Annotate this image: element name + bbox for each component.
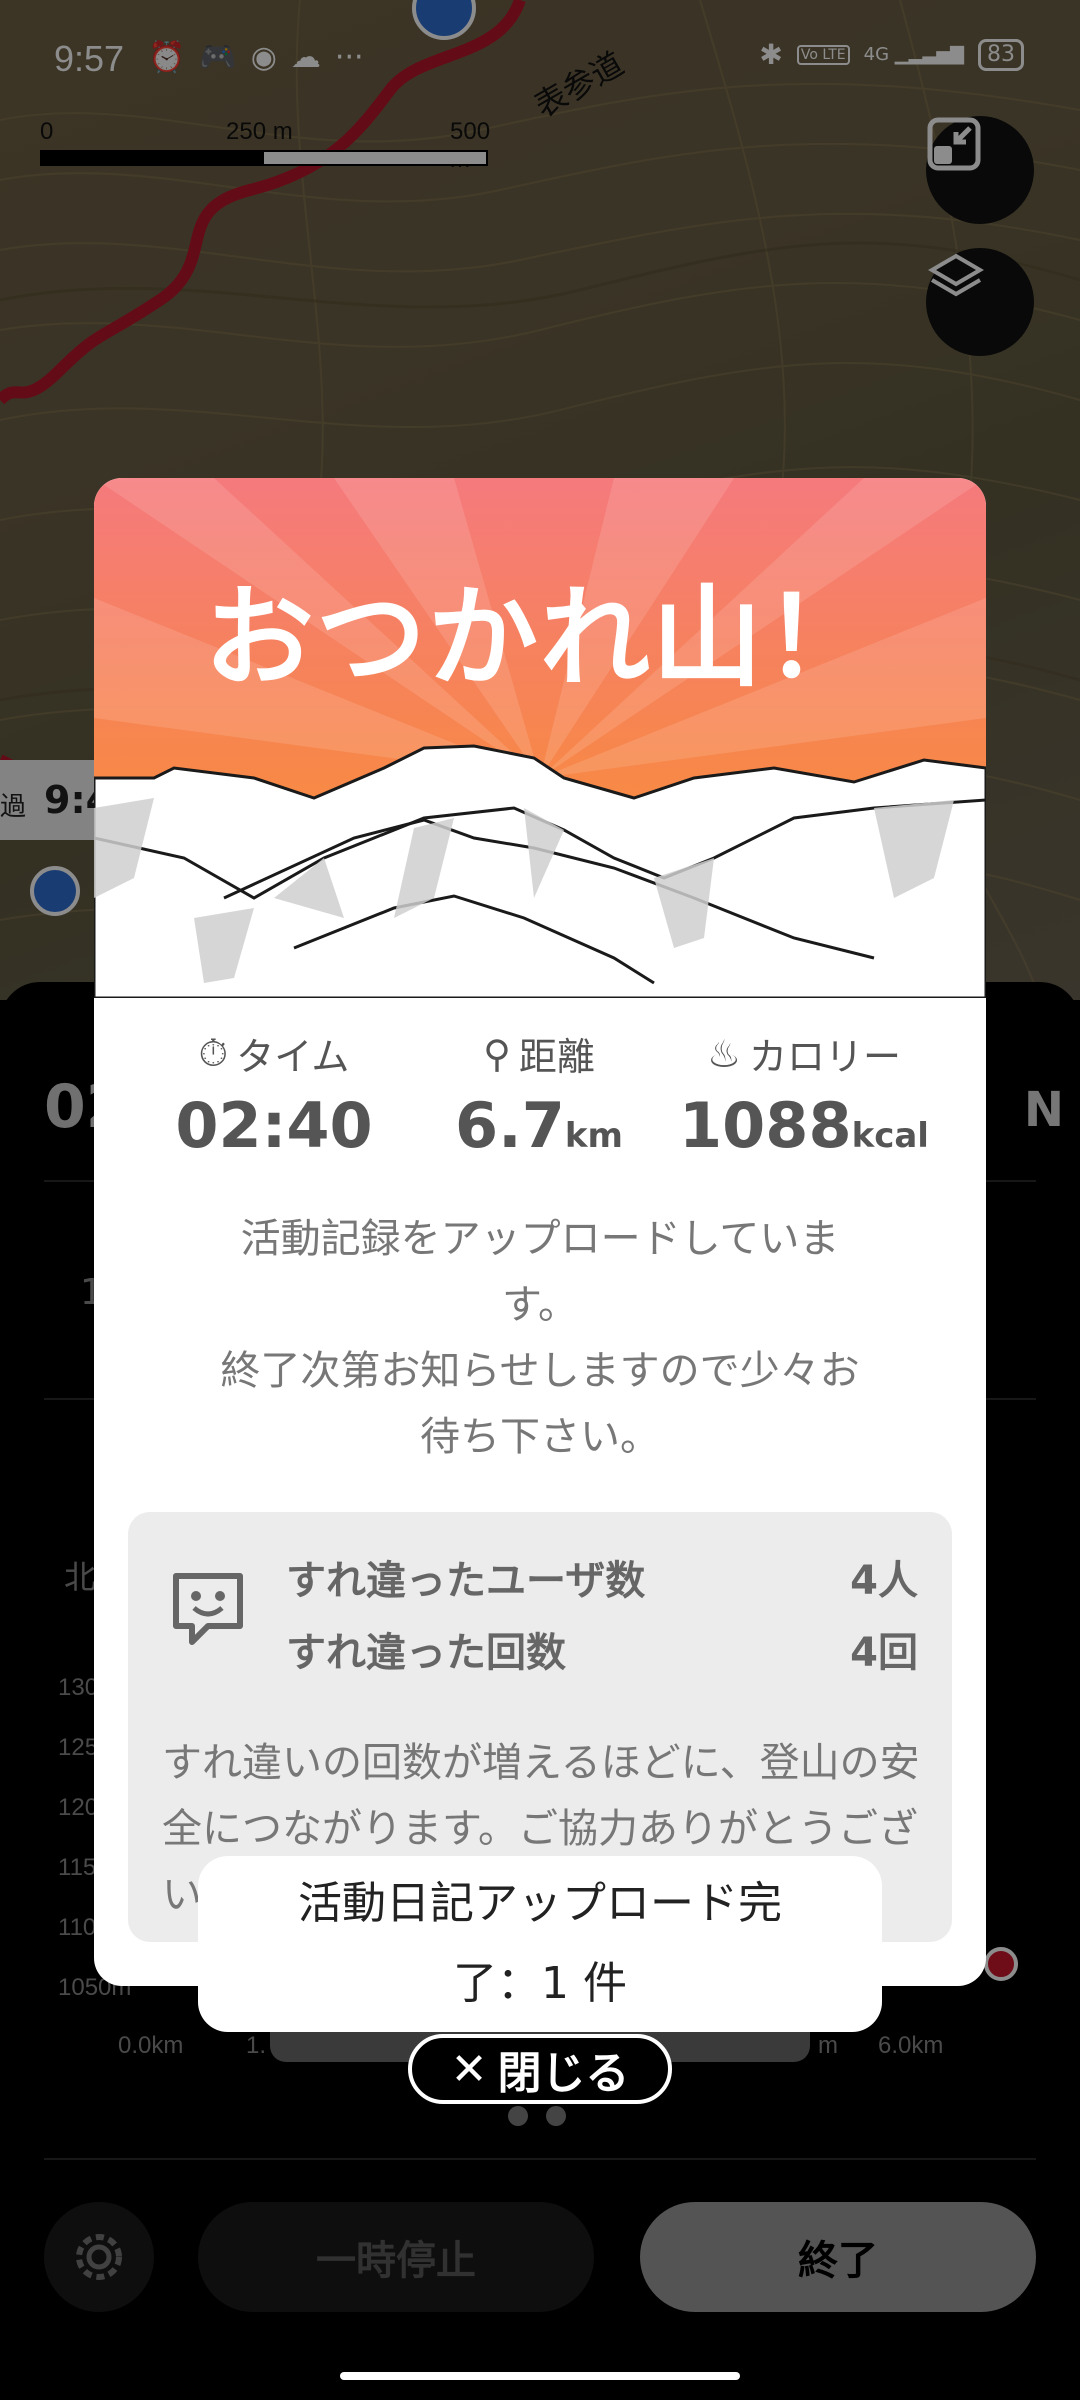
toast-line: 活動日記アップロード完 xyxy=(298,1878,782,1929)
stats-row: ⏱ タイム 02:40 ⚲ 距離 6.7km ♨ カロリー 1088kcal xyxy=(94,1026,986,1176)
stat-label: タイム xyxy=(236,1035,350,1079)
stat-calorie: ♨ カロリー 1088kcal xyxy=(664,1026,944,1163)
stat-label: カロリー xyxy=(749,1035,902,1079)
hero-banner: おつかれ山！ xyxy=(94,478,986,998)
stat-label: 距離 xyxy=(518,1035,595,1079)
smiley-chat-icon xyxy=(173,1573,243,1645)
page-dot xyxy=(546,2106,566,2126)
passed-count-value: 4回 xyxy=(850,1630,918,1676)
page-dot xyxy=(508,2106,528,2126)
message-line: 待ち下さい。 xyxy=(420,1414,660,1460)
stat-value: 02:40 xyxy=(175,1089,373,1162)
home-indicator[interactable] xyxy=(340,2372,740,2380)
stat-value: 1088 xyxy=(679,1089,852,1162)
passed-users-label: すれ違ったユーザ数 xyxy=(286,1558,646,1604)
flame-icon: ♨ xyxy=(706,1031,742,1076)
passed-users-value: 4人 xyxy=(850,1558,918,1604)
dialog-title: おつかれ山！ xyxy=(204,574,876,702)
stat-unit: km xyxy=(564,1116,623,1156)
stopwatch-icon: ⏱ xyxy=(198,1031,229,1075)
message-line: 活動記録をアップロードしていま xyxy=(240,1216,840,1262)
upload-message: 活動記録をアップロードしていま す。 終了次第お知らせしますので少々お 待ち下さ… xyxy=(154,1206,926,1470)
stat-time: ⏱ タイム 02:40 xyxy=(154,1026,394,1162)
message-line: す。 xyxy=(502,1282,578,1328)
passed-count-label: すれ違った回数 xyxy=(286,1630,566,1676)
close-button[interactable]: ✕ 閉じる xyxy=(408,2034,672,2104)
route-icon: ⚲ xyxy=(483,1031,511,1076)
stat-distance: ⚲ 距離 6.7km xyxy=(414,1026,664,1163)
close-label: 閉じる xyxy=(497,2048,630,2099)
toast-line: 了：1 件 xyxy=(453,1958,627,2009)
summary-dialog: おつかれ山！ ⏱ タイム 02:40 ⚲ 距離 6.7km ♨ カロリー 1088kc… xyxy=(94,478,986,1986)
close-icon: ✕ xyxy=(450,2043,488,2095)
message-line: 終了次第お知らせしますので少々お xyxy=(220,1348,860,1394)
upload-toast: 活動日記アップロード完 了：1 件 xyxy=(198,1856,882,2032)
page-indicator xyxy=(508,2106,566,2126)
stat-unit: kcal xyxy=(851,1116,929,1156)
stat-value: 6.7 xyxy=(455,1089,565,1162)
